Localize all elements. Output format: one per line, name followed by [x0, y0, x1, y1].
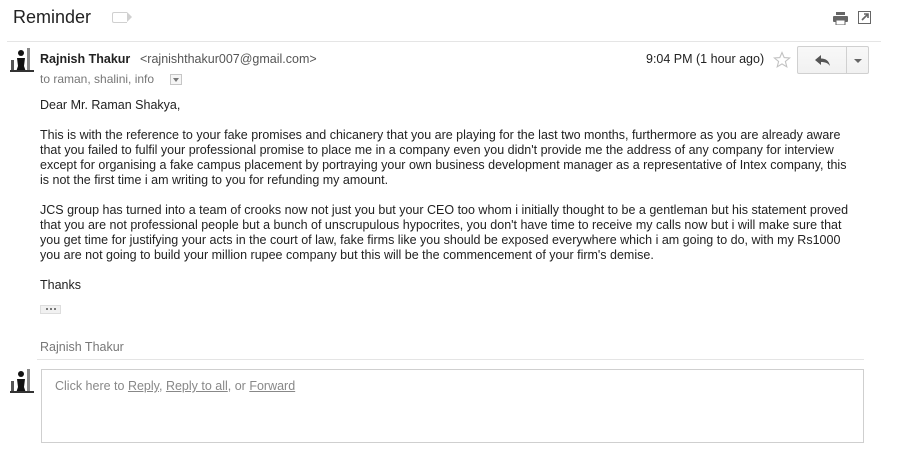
email-paragraph-2: JCS group has turned into a team of croo…: [40, 203, 849, 262]
email-closing: Thanks: [40, 278, 81, 292]
reply-button[interactable]: [797, 46, 847, 74]
divider: [7, 41, 881, 42]
sender-email: <rajnishthakur007@gmail.com>: [140, 52, 317, 66]
subject-bar: Reminder: [0, 0, 880, 40]
reply-separator: ,: [158, 379, 166, 393]
print-icon[interactable]: [833, 12, 848, 25]
reply-link[interactable]: Reply: [128, 379, 159, 393]
signature-name: Rajnish Thakur: [40, 340, 124, 354]
user-avatar: [10, 369, 34, 393]
reply-prompt-prefix: Click here to: [55, 379, 128, 393]
more-options-button[interactable]: [846, 46, 869, 74]
message-time: 9:04 PM (1 hour ago): [646, 52, 765, 66]
show-trimmed-content-button[interactable]: [40, 305, 61, 314]
show-details-toggle[interactable]: [170, 74, 182, 85]
email-subject: Reminder: [13, 7, 92, 27]
reply-box[interactable]: Click here to Reply, Reply to all, or Fo…: [41, 369, 864, 443]
sender-name[interactable]: Rajnish Thakur: [40, 52, 130, 66]
email-greeting: Dear Mr. Raman Shakya,: [40, 98, 181, 112]
recipients-line: to raman, shalini, info: [40, 72, 155, 86]
divider: [37, 359, 864, 360]
reply-icon: [815, 55, 830, 66]
sender-avatar[interactable]: [10, 48, 34, 72]
star-icon[interactable]: [773, 51, 791, 69]
forward-link[interactable]: Forward: [249, 379, 295, 393]
reply-all-link[interactable]: Reply to all: [166, 379, 228, 393]
label-tag-icon[interactable]: [112, 12, 132, 23]
reply-box-prompt: Click here to Reply, Reply to all, or Fo…: [55, 379, 295, 393]
email-paragraph-1: This is with the reference to your fake …: [40, 128, 847, 187]
reply-separator: , or: [227, 379, 250, 393]
open-in-new-window-icon[interactable]: [858, 11, 871, 24]
